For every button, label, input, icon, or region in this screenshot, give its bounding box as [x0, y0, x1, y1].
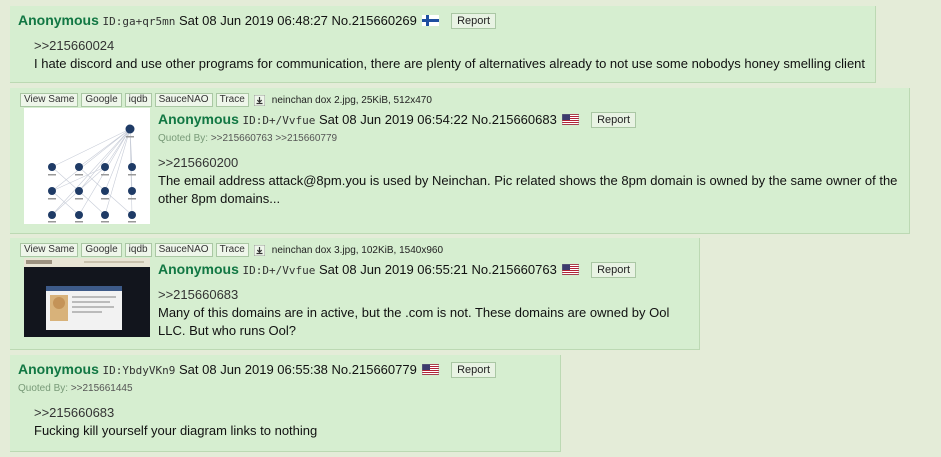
post-text-line: Many of this domains are in active, but …	[158, 305, 670, 320]
post-datetime: Sat 08 Jun 2019 06:55:38	[179, 362, 328, 377]
report-button[interactable]: Report	[591, 262, 637, 278]
saucenao-button[interactable]: SauceNAO	[154, 93, 213, 107]
trace-button[interactable]: Trace	[215, 93, 249, 107]
file-info-bar: View Same Google iqdb SauceNAO Trace nei…	[20, 243, 443, 257]
post-215660779: Anonymous ID:YbdyVKn9 Sat 08 Jun 2019 06…	[10, 355, 561, 452]
post-header: Anonymous ID:ga+qr5mn Sat 08 Jun 2019 06…	[18, 12, 497, 29]
post-number[interactable]: No.215660269	[332, 13, 417, 28]
diagram-thumbnail	[48, 124, 136, 223]
poster-id[interactable]: ID:YbdyVKn9	[103, 364, 176, 377]
us-flag-icon	[562, 264, 579, 275]
quoted-by: Quoted By: >>215661445	[18, 383, 133, 394]
file-name[interactable]: neinchan dox 3.jpg, 102KiB, 1540x960	[272, 245, 443, 256]
poster-name: Anonymous	[158, 261, 239, 277]
file-info-bar: View Same Google iqdb SauceNAO Trace nei…	[20, 93, 432, 107]
view-same-button[interactable]: View Same	[20, 93, 79, 107]
iqdb-button[interactable]: iqdb	[124, 243, 152, 257]
us-flag-icon	[562, 114, 579, 125]
screenshot-thumbnail	[24, 258, 150, 337]
quoted-by: Quoted By: >>215660763 >>215660779	[158, 133, 337, 144]
post-text-line: other 8pm domains...	[158, 191, 281, 206]
post-text: I hate discord and use other programs fo…	[34, 56, 866, 71]
report-button[interactable]: Report	[451, 13, 497, 29]
quoted-by-label: Quoted By:	[158, 133, 209, 144]
poster-name: Anonymous	[18, 361, 99, 377]
download-icon[interactable]	[254, 95, 265, 106]
quote-link[interactable]: >>215660683	[34, 404, 554, 422]
post-datetime: Sat 08 Jun 2019 06:55:21	[319, 262, 468, 277]
backlink[interactable]: >>215661445	[71, 383, 133, 394]
post-text-line: LLC. But who runs Ool?	[158, 323, 297, 338]
quote-link[interactable]: >>215660024	[34, 37, 874, 55]
post-215660683: View Same Google iqdb SauceNAO Trace nei…	[10, 88, 910, 234]
poster-name: Anonymous	[18, 12, 99, 28]
backlink[interactable]: >>215660779	[275, 133, 337, 144]
finland-flag-icon	[422, 15, 439, 26]
post-number[interactable]: No.215660763	[472, 262, 557, 277]
file-name[interactable]: neinchan dox 2.jpg, 25KiB, 512x470	[272, 95, 432, 106]
quote-link[interactable]: >>215660683	[158, 286, 688, 304]
poster-id[interactable]: ID:D+/Vvfue	[243, 114, 316, 127]
post-number[interactable]: No.215660683	[472, 112, 557, 127]
saucenao-button[interactable]: SauceNAO	[154, 243, 213, 257]
download-icon[interactable]	[254, 245, 265, 256]
quote-link[interactable]: >>215660200	[158, 154, 906, 172]
post-body: >>215660683 Fucking kill yourself your d…	[34, 404, 554, 440]
post-header: Anonymous ID:D+/Vvfue Sat 08 Jun 2019 06…	[158, 261, 637, 278]
poster-name: Anonymous	[158, 111, 239, 127]
google-button[interactable]: Google	[81, 243, 122, 257]
post-text: Fucking kill yourself your diagram links…	[34, 423, 318, 438]
trace-button[interactable]: Trace	[215, 243, 249, 257]
post-body: >>215660024 I hate discord and use other…	[34, 37, 874, 73]
post-215660763: View Same Google iqdb SauceNAO Trace nei…	[10, 238, 700, 350]
view-same-button[interactable]: View Same	[20, 243, 79, 257]
poster-id[interactable]: ID:D+/Vvfue	[243, 264, 316, 277]
report-button[interactable]: Report	[451, 362, 497, 378]
post-body: >>215660683 Many of this domains are in …	[158, 286, 688, 340]
post-thumbnail[interactable]	[24, 258, 150, 337]
post-number[interactable]: No.215660779	[332, 362, 417, 377]
post-thumbnail[interactable]	[24, 108, 150, 224]
poster-id[interactable]: ID:ga+qr5mn	[103, 15, 176, 28]
google-button[interactable]: Google	[81, 93, 122, 107]
post-header: Anonymous ID:D+/Vvfue Sat 08 Jun 2019 06…	[158, 111, 637, 128]
post-datetime: Sat 08 Jun 2019 06:54:22	[319, 112, 468, 127]
post-215660269: Anonymous ID:ga+qr5mn Sat 08 Jun 2019 06…	[10, 6, 876, 83]
post-body: >>215660200 The email address attack@8pm…	[158, 154, 906, 208]
quoted-by-label: Quoted By:	[18, 383, 69, 394]
post-text-line: The email address attack@8pm.you is used…	[158, 173, 898, 188]
backlink[interactable]: >>215660763	[211, 133, 273, 144]
iqdb-button[interactable]: iqdb	[124, 93, 152, 107]
post-datetime: Sat 08 Jun 2019 06:48:27	[179, 13, 328, 28]
report-button[interactable]: Report	[591, 112, 637, 128]
us-flag-icon	[422, 364, 439, 375]
post-header: Anonymous ID:YbdyVKn9 Sat 08 Jun 2019 06…	[18, 361, 497, 378]
